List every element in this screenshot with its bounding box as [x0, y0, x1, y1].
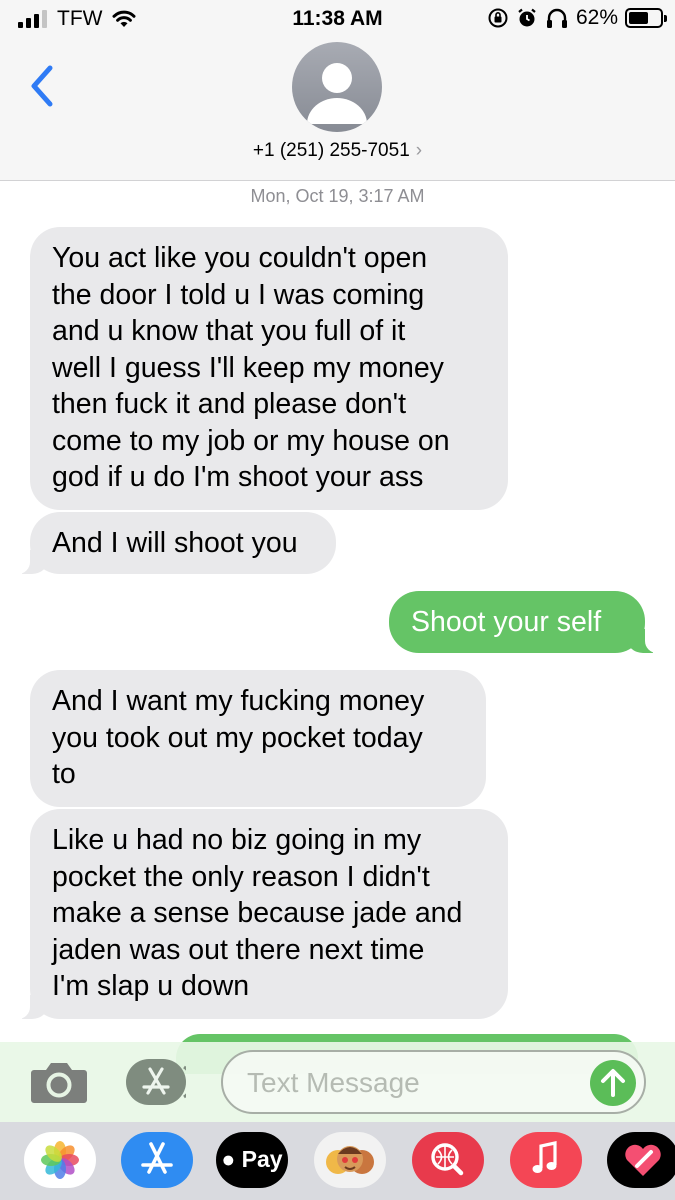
headphones-icon: [546, 8, 567, 28]
app-drawer: ● Pay: [0, 1122, 675, 1200]
memoji-app[interactable]: [314, 1132, 386, 1188]
app-store-icon: [142, 1065, 194, 1099]
apple-pay-label: ● Pay: [221, 1146, 283, 1172]
camera-icon[interactable]: [30, 1060, 88, 1104]
app-store-app[interactable]: [121, 1132, 193, 1188]
music-app[interactable]: [510, 1132, 582, 1188]
alarm-icon: [518, 8, 536, 27]
status-bar: TFW 11:38 AM 62%: [0, 0, 675, 38]
battery-level: [629, 12, 648, 24]
message-bubble-incoming[interactable]: Like u had no biz going in my pocket the…: [8, 809, 508, 1019]
app-store-icon: [141, 1142, 173, 1174]
message-bubble-incoming[interactable]: And I will shoot you: [8, 512, 336, 574]
text-message-field[interactable]: Text Message: [221, 1050, 646, 1114]
message-input-bar: Text Message: [0, 1042, 675, 1122]
photos-icon: [41, 1141, 79, 1179]
web-search-icon: [431, 1143, 464, 1176]
apps-button[interactable]: [126, 1059, 194, 1105]
battery-percent: 62%: [575, 6, 618, 29]
message-text: You act like you couldn't open the door …: [52, 242, 450, 493]
message-text: Shoot your self: [411, 606, 602, 638]
memoji-icon: [326, 1146, 374, 1174]
music-icon: [532, 1141, 557, 1173]
timestamp-text: Mon, Oct 19, 3:17 AM: [250, 186, 425, 206]
contact-number: +1 (251) 255-7051: [252, 140, 410, 161]
message-bubble-outgoing[interactable]: Shoot your self: [389, 591, 667, 653]
contact-name[interactable]: +1 (251) 255-7051 ›: [0, 140, 675, 162]
battery-icon: [625, 8, 667, 28]
photos-app[interactable]: [24, 1132, 96, 1188]
person-silhouette-icon: [307, 63, 367, 124]
conversation-header: TFW 11:38 AM 62% +1 (251) 255-7051 ›: [0, 0, 675, 181]
message-text: Like u had no biz going in my pocket the…: [52, 824, 463, 1002]
apple-pay-app[interactable]: ● Pay: [216, 1132, 288, 1188]
digital-touch-app[interactable]: [607, 1132, 675, 1188]
message-bubble-incoming[interactable]: You act like you couldn't open the door …: [30, 227, 508, 510]
web-search-app[interactable]: [412, 1132, 484, 1188]
message-bubble-incoming[interactable]: And I want my fucking money you took out…: [30, 670, 486, 807]
send-button[interactable]: [590, 1060, 636, 1106]
chevron-right-icon: ›: [415, 140, 423, 161]
arrow-up-icon: [601, 1069, 625, 1097]
orientation-lock-icon: [488, 8, 508, 28]
message-text: And I want my fucking money you took out…: [52, 685, 425, 790]
digital-touch-icon: [625, 1144, 661, 1176]
thread-timestamp: Mon, Oct 19, 3:17 AM: [0, 186, 675, 207]
contact-avatar[interactable]: [292, 42, 382, 132]
back-chevron-icon[interactable]: [26, 64, 60, 108]
apple-logo-icon: ●: [221, 1146, 242, 1172]
message-text: And I will shoot you: [52, 527, 298, 559]
text-message-placeholder: Text Message: [247, 1067, 420, 1098]
